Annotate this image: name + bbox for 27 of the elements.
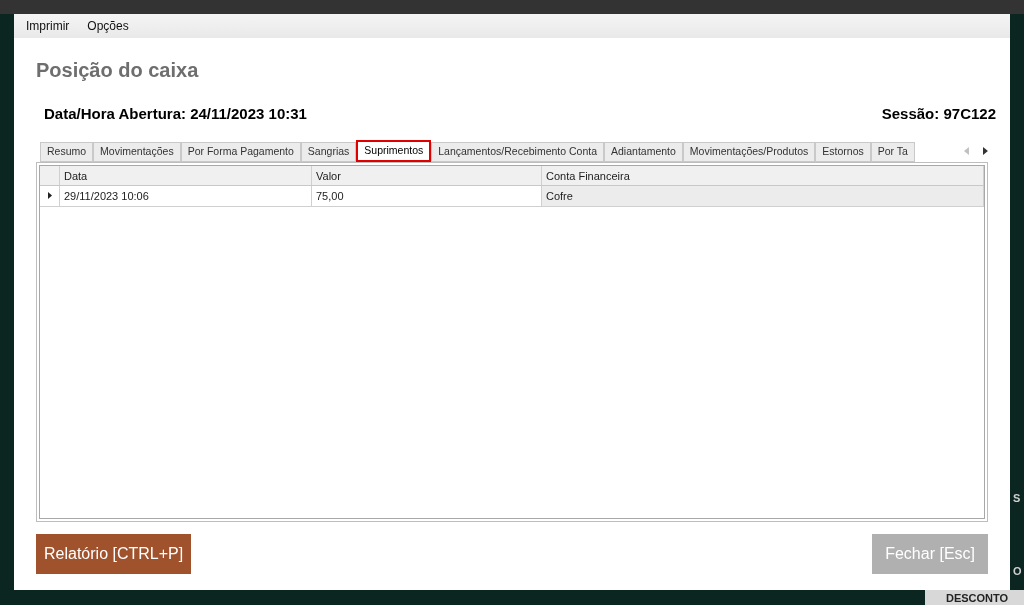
scroll-right-icon[interactable] <box>983 146 988 155</box>
column-header[interactable]: Conta Financeira <box>542 165 984 185</box>
background-text: S <box>1013 491 1021 506</box>
menu-item[interactable]: Imprimir <box>26 17 70 35</box>
tab[interactable]: Estornos <box>815 141 871 162</box>
report-button[interactable]: Relatório [CTRL+P] <box>36 533 192 574</box>
table-cell: 75,00 <box>312 185 542 206</box>
tab[interactable]: Adiantamento <box>604 141 683 162</box>
opening-time: Data/Hora Abertura: 24/11/2023 10:31 <box>44 104 307 124</box>
column-header[interactable]: Data <box>60 165 312 185</box>
tab[interactable]: Movimentações <box>93 141 181 162</box>
tab[interactable]: Resumo <box>40 141 94 162</box>
tab[interactable]: Sangrias <box>300 141 357 162</box>
tab[interactable]: Lançamentos/Recebimento Conta <box>431 141 605 162</box>
table-cell: 29/11/2023 10:06 <box>60 185 312 206</box>
tab[interactable]: Por Ta <box>870 141 915 162</box>
session-label: Sessão: 97C122 <box>881 104 996 124</box>
window-title: Posição do caixa <box>36 58 200 82</box>
tab[interactable]: Movimentações/Produtos <box>682 141 816 162</box>
background-text: DESCONTO <box>946 592 1009 605</box>
tab[interactable]: Suprimentos <box>356 139 432 162</box>
table-cell: Cofre <box>542 185 984 206</box>
menu-item[interactable]: Opções <box>87 17 129 35</box>
column-header[interactable]: Valor <box>312 165 542 185</box>
background-text: O <box>1013 564 1022 579</box>
tab[interactable]: Por Forma Pagamento <box>180 141 301 162</box>
row-indicator-icon <box>47 192 52 199</box>
